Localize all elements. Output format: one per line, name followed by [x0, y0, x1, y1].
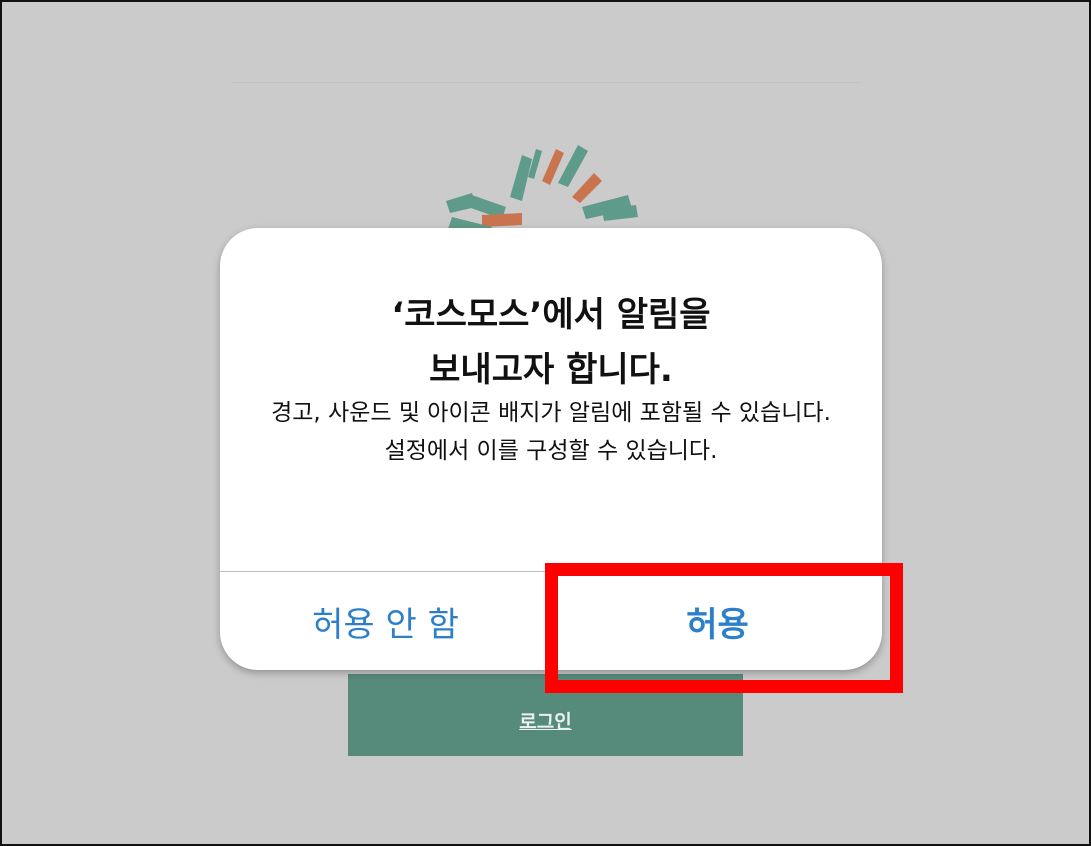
login-button-label: 로그인 [519, 710, 572, 733]
login-button[interactable]: 로그인 [348, 674, 743, 756]
notification-permission-dialog: ‘코스모스’에서 알림을 보내고자 합니다. 경고, 사운드 및 아이콘 배지가… [220, 228, 882, 670]
header-divider [232, 82, 862, 83]
deny-button[interactable]: 허용 안 함 [220, 572, 551, 670]
dialog-message: 경고, 사운드 및 아이콘 배지가 알림에 포함될 수 있습니다. 설정에서 이… [271, 400, 831, 464]
allow-button[interactable]: 허용 [552, 572, 882, 670]
dialog-title: ‘코스모스’에서 알림을 보내고자 합니다. [391, 295, 711, 390]
